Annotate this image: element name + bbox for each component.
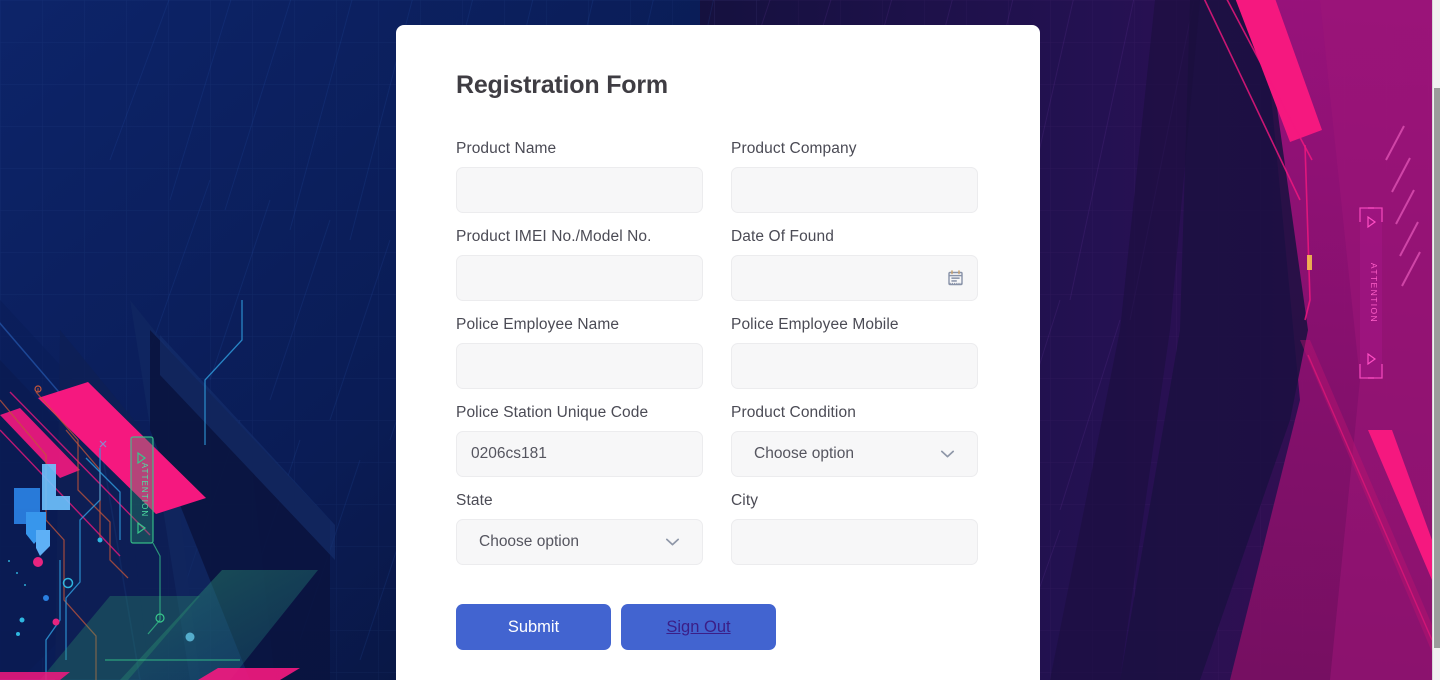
label-date-of-found: Date Of Found xyxy=(731,228,834,245)
input-product-name[interactable] xyxy=(456,167,703,213)
field-product-name: Product Name xyxy=(456,140,703,213)
label-product-condition: Product Condition xyxy=(731,404,856,421)
label-police-employee-name: Police Employee Name xyxy=(456,316,620,333)
label-product-imei: Product IMEI No./Model No. xyxy=(456,228,652,245)
input-city[interactable] xyxy=(731,519,978,565)
input-police-station-code[interactable]: 0206cs181 xyxy=(456,431,703,477)
select-product-condition[interactable]: Choose option xyxy=(731,431,978,477)
field-state: State Choose option xyxy=(456,492,703,565)
chevron-down-icon[interactable] xyxy=(940,449,955,459)
field-product-condition: Product Condition Choose option xyxy=(731,404,978,477)
field-date-of-found: Date Of Found xyxy=(731,228,978,301)
label-city: City xyxy=(731,492,759,509)
field-police-employee-mobile: Police Employee Mobile xyxy=(731,316,978,389)
label-state: State xyxy=(456,492,493,509)
value-product-condition: Choose option xyxy=(754,445,854,462)
calendar-icon[interactable] xyxy=(948,270,963,286)
submit-button[interactable]: Submit xyxy=(456,604,611,650)
attention-badge-left: ATTENTION xyxy=(130,436,154,544)
input-product-company[interactable] xyxy=(731,167,978,213)
field-city: City xyxy=(731,492,978,565)
scrollbar-thumb[interactable] xyxy=(1434,88,1440,648)
input-police-employee-name[interactable] xyxy=(456,343,703,389)
registration-form-card: Registration Form Product Name Product C… xyxy=(396,25,1040,680)
page-title: Registration Form xyxy=(456,71,668,99)
field-product-imei: Product IMEI No./Model No. xyxy=(456,228,703,301)
svg-text:ATTENTION: ATTENTION xyxy=(140,463,149,518)
label-product-name: Product Name xyxy=(456,140,557,157)
input-product-imei[interactable] xyxy=(456,255,703,301)
registration-form-grid: Product Name Product Company Product IME… xyxy=(456,140,980,580)
field-police-station-code: Police Station Unique Code 0206cs181 xyxy=(456,404,703,477)
svg-text:ATTENTION: ATTENTION xyxy=(1369,263,1379,323)
input-date-of-found[interactable] xyxy=(731,255,978,301)
sign-out-link[interactable]: Sign Out xyxy=(666,618,730,637)
attention-badge-right: ATTENTION xyxy=(1359,207,1383,379)
form-actions: Submit Sign Out xyxy=(456,604,980,650)
label-police-employee-mobile: Police Employee Mobile xyxy=(731,316,899,333)
label-product-company: Product Company xyxy=(731,140,857,157)
value-police-station-code: 0206cs181 xyxy=(471,445,547,462)
sign-out-button[interactable]: Sign Out xyxy=(621,604,776,650)
value-state: Choose option xyxy=(479,533,579,550)
field-police-employee-name: Police Employee Name xyxy=(456,316,703,389)
page-scrollbar[interactable] xyxy=(1432,0,1440,680)
select-state[interactable]: Choose option xyxy=(456,519,703,565)
field-product-company: Product Company xyxy=(731,140,978,213)
input-police-employee-mobile[interactable] xyxy=(731,343,978,389)
chevron-down-icon[interactable] xyxy=(665,537,680,547)
label-police-station-code: Police Station Unique Code xyxy=(456,404,649,421)
